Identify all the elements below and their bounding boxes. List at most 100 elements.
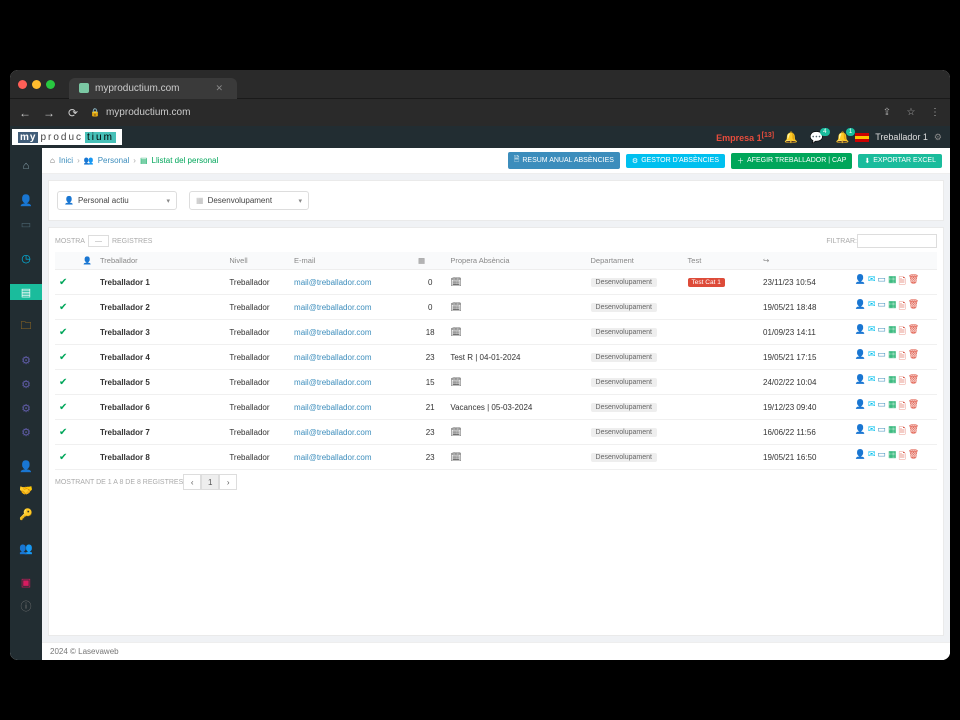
file-icon[interactable]: 🗎 <box>898 274 905 290</box>
table-row[interactable]: ✔Treballador 7Treballadormail@treballado… <box>55 420 937 445</box>
col-absence[interactable]: Propera Absència <box>446 252 586 270</box>
cell-email[interactable]: mail@treballador.com <box>290 270 414 295</box>
calendar-icon[interactable]: 🗓 <box>450 452 461 462</box>
col-count[interactable]: ▦ <box>414 252 446 270</box>
nav-back-icon[interactable]: ← <box>18 106 32 120</box>
window-minimize-icon[interactable] <box>32 80 41 89</box>
card-icon[interactable]: ▭ <box>877 349 886 365</box>
status-dropdown[interactable]: 👤 Personal actiu ▾ <box>57 191 177 210</box>
card-icon[interactable]: ▭ <box>877 374 886 390</box>
delete-icon[interactable]: 🗑 <box>908 424 919 440</box>
sidebar-report-icon[interactable]: ▣ <box>10 574 42 590</box>
col-level[interactable]: Nivell <box>225 252 290 270</box>
card-icon[interactable]: ▭ <box>877 399 886 415</box>
mail-icon[interactable]: ✉ <box>868 449 876 465</box>
delete-icon[interactable]: 🗑 <box>908 374 919 390</box>
col-test[interactable]: Test <box>684 252 759 270</box>
calendar-icon[interactable]: 🗓 <box>450 277 461 287</box>
calendar-icon[interactable]: ▦ <box>888 399 897 415</box>
table-row[interactable]: ✔Treballador 3Treballadormail@treballado… <box>55 320 937 345</box>
profile-icon[interactable]: 👤 <box>855 424 866 440</box>
resum-button[interactable]: 🗎RESUM ANUAL ABSÈNCIES <box>508 152 620 169</box>
sidebar-gear1-icon[interactable]: ⚙ <box>10 352 42 368</box>
profile-icon[interactable]: 👤 <box>855 274 866 290</box>
profile-icon[interactable]: 👤 <box>855 399 866 415</box>
sidebar-info-icon[interactable]: ⓘ <box>10 598 42 614</box>
calendar-icon[interactable]: 🗓 <box>450 427 461 437</box>
sidebar-gear2-icon[interactable]: ⚙ <box>10 376 42 392</box>
cell-email[interactable]: mail@treballador.com <box>290 370 414 395</box>
file-icon[interactable]: 🗎 <box>898 424 905 440</box>
table-row[interactable]: ✔Treballador 4Treballadormail@treballado… <box>55 345 937 370</box>
sidebar-home-icon[interactable]: ⌂ <box>10 158 42 174</box>
calendar-icon[interactable]: ▦ <box>888 324 897 340</box>
delete-icon[interactable]: 🗑 <box>908 349 919 365</box>
sidebar-gear3-icon[interactable]: ⚙ <box>10 400 42 416</box>
calendar-icon[interactable]: 🗓 <box>450 302 461 312</box>
file-icon[interactable]: 🗎 <box>898 349 905 365</box>
calendar-icon[interactable]: ▦ <box>888 274 897 290</box>
mail-icon[interactable]: ✉ <box>868 274 876 290</box>
mail-icon[interactable]: ✉ <box>868 324 876 340</box>
sidebar-doc-icon[interactable]: ▭ <box>10 216 42 232</box>
file-icon[interactable]: 🗎 <box>898 399 905 415</box>
table-row[interactable]: ✔Treballador 6Treballadormail@treballado… <box>55 395 937 420</box>
col-email[interactable]: E-mail <box>290 252 414 270</box>
cell-email[interactable]: mail@treballador.com <box>290 420 414 445</box>
delete-icon[interactable]: 🗑 <box>908 449 919 465</box>
delete-icon[interactable]: 🗑 <box>908 274 919 290</box>
share-icon[interactable]: ⇪ <box>880 107 894 118</box>
profile-icon[interactable]: 👤 <box>855 324 866 340</box>
tab-close-icon[interactable]: ✕ <box>215 83 223 94</box>
mail-icon[interactable]: ✉ <box>868 374 876 390</box>
cell-email[interactable]: mail@treballador.com <box>290 295 414 320</box>
window-maximize-icon[interactable] <box>46 80 55 89</box>
sidebar-list-icon[interactable]: ▤ <box>10 284 42 300</box>
notification-icon[interactable]: 🔔1 <box>836 131 850 144</box>
delete-icon[interactable]: 🗑 <box>908 324 919 340</box>
file-icon[interactable]: 🗎 <box>898 324 905 340</box>
sidebar-key-icon[interactable]: 🔑 <box>10 506 42 522</box>
table-row[interactable]: ✔Treballador 2Treballadormail@treballado… <box>55 295 937 320</box>
profile-icon[interactable]: 👤 <box>855 299 866 315</box>
filter-input[interactable] <box>857 234 937 248</box>
sidebar-handshake-icon[interactable]: 🤝 <box>10 482 42 498</box>
file-icon[interactable]: 🗎 <box>898 299 905 315</box>
flag-icon[interactable] <box>855 133 869 142</box>
user-label[interactable]: Treballador 1 <box>875 132 928 142</box>
bookmark-icon[interactable]: ☆ <box>904 107 918 118</box>
card-icon[interactable]: ▭ <box>877 299 886 315</box>
col-name[interactable]: Treballador <box>96 252 225 270</box>
sidebar-users-icon[interactable]: 👥 <box>10 540 42 556</box>
mail-icon[interactable]: ✉ <box>868 399 876 415</box>
calendar-icon[interactable]: ▦ <box>888 449 897 465</box>
nav-forward-icon[interactable]: → <box>42 106 56 120</box>
sidebar-person-icon[interactable]: 👤 <box>10 458 42 474</box>
sidebar-clock-icon[interactable]: ◷ <box>10 250 42 266</box>
page-size-select[interactable]: — <box>88 235 109 247</box>
table-row[interactable]: ✔Treballador 1Treballadormail@treballado… <box>55 270 937 295</box>
calendar-icon[interactable]: ▦ <box>888 424 897 440</box>
calendar-icon[interactable]: 🗓 <box>450 327 461 337</box>
chat-icon[interactable]: 💬4 <box>810 131 824 144</box>
card-icon[interactable]: ▭ <box>877 449 886 465</box>
cell-email[interactable]: mail@treballador.com <box>290 345 414 370</box>
cell-email[interactable]: mail@treballador.com <box>290 445 414 470</box>
table-row[interactable]: ✔Treballador 5Treballadormail@treballado… <box>55 370 937 395</box>
export-button[interactable]: ⬇EXPORTAR EXCEL <box>858 154 942 168</box>
mail-icon[interactable]: ✉ <box>868 424 876 440</box>
sidebar-user-icon[interactable]: 👤 <box>10 192 42 208</box>
card-icon[interactable]: ▭ <box>877 424 886 440</box>
cell-email[interactable]: mail@treballador.com <box>290 395 414 420</box>
mail-icon[interactable]: ✉ <box>868 349 876 365</box>
profile-icon[interactable]: 👤 <box>855 349 866 365</box>
crumb-section[interactable]: Personal <box>98 156 130 165</box>
file-icon[interactable]: 🗎 <box>898 374 905 390</box>
crumb-home[interactable]: Inici <box>59 156 73 165</box>
delete-icon[interactable]: 🗑 <box>908 299 919 315</box>
file-icon[interactable]: 🗎 <box>898 449 905 465</box>
profile-icon[interactable]: 👤 <box>855 374 866 390</box>
table-row[interactable]: ✔Treballador 8Treballadormail@treballado… <box>55 445 937 470</box>
col-login[interactable]: ↪ <box>759 252 851 270</box>
department-dropdown[interactable]: ▦ Desenvolupament ▾ <box>189 191 309 210</box>
